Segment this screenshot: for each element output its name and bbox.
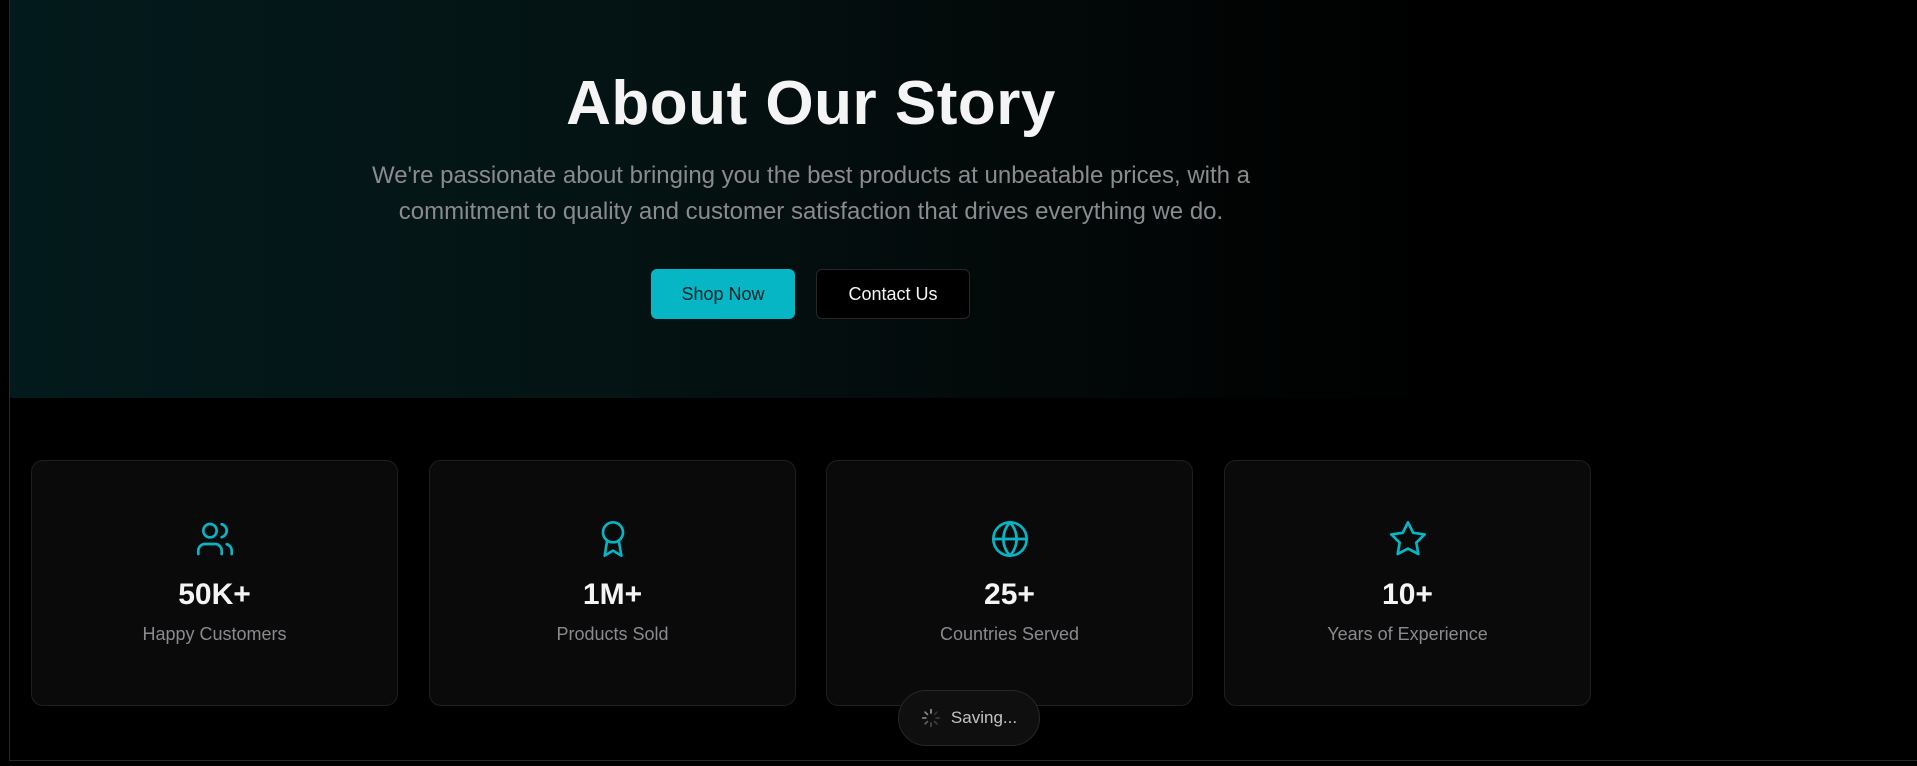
globe-icon [990,519,1030,559]
stat-value: 1M+ [582,578,643,611]
stat-card-products: 1M+ Products Sold [429,460,796,706]
page-title: About Our Story [566,69,1056,138]
stat-value: 25+ [984,578,1035,611]
page-frame: About Our Story We're passionate about b… [9,0,1917,761]
stat-card-countries: 25+ Countries Served [826,460,1193,706]
stat-label: Countries Served [939,624,1080,644]
saving-toast: Saving... [898,690,1040,746]
spinner-icon [921,708,941,728]
stat-label: Products Sold [556,624,669,644]
stat-value: 10+ [1382,578,1433,611]
shop-now-button[interactable]: Shop Now [651,269,795,319]
stat-card-experience: 10+ Years of Experience [1224,460,1591,706]
stat-label: Years of Experience [1327,624,1488,644]
hero-section: About Our Story We're passionate about b… [10,0,1917,398]
stat-label: Happy Customers [142,624,287,644]
hero-subtitle: We're passionate about bringing you the … [371,162,1251,225]
award-icon [593,519,633,559]
contact-us-button[interactable]: Contact Us [816,269,970,319]
stat-value: 50K+ [178,578,251,611]
stat-card-customers: 50K+ Happy Customers [31,460,398,706]
saving-text: Saving... [950,708,1018,727]
users-icon [195,519,235,559]
star-icon [1388,519,1428,559]
